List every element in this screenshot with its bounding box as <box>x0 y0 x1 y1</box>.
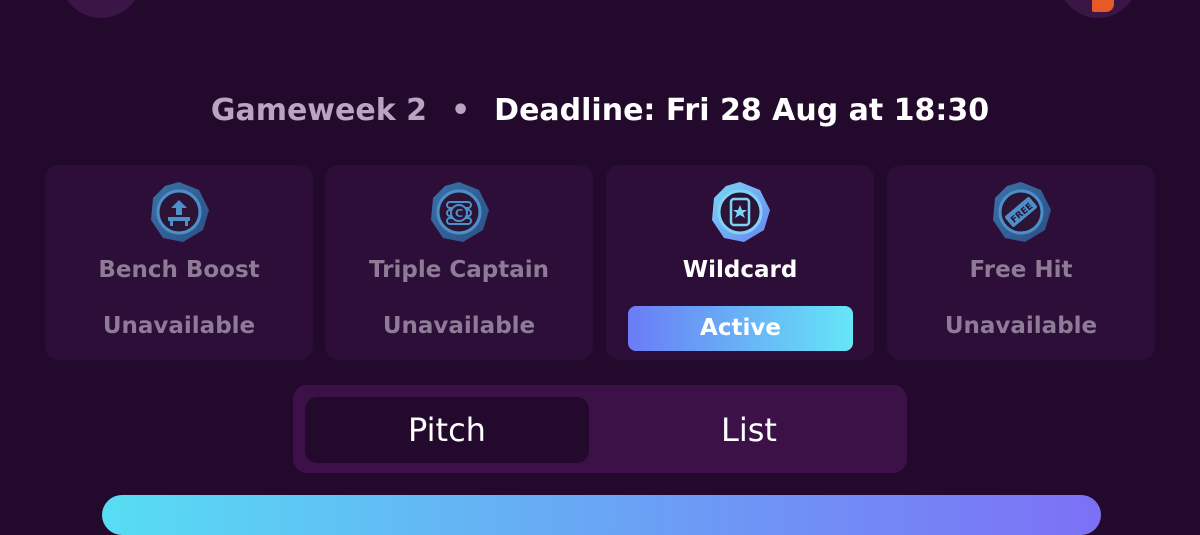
active-badge[interactable]: Active <box>628 306 853 351</box>
chip-status: Unavailable <box>944 313 1098 339</box>
chip-triple-captain[interactable]: C Triple Captain Unavailable <box>325 165 593 360</box>
flame-icon <box>1092 0 1114 12</box>
chip-free-hit[interactable]: FREE Free Hit Unavailable <box>887 165 1155 360</box>
bench-boost-icon <box>151 182 209 242</box>
triple-captain-icon: C <box>431 182 489 242</box>
gameweek-label: Gameweek 2 <box>210 93 427 128</box>
view-toggle: Pitch List <box>293 385 907 473</box>
pitch-view-button[interactable]: Pitch <box>305 397 589 463</box>
chip-bench-boost[interactable]: Bench Boost Unavailable <box>45 165 313 360</box>
gameweek-header: Gameweek 2 • Deadline: Fri 28 Aug at 18:30 <box>0 90 1200 132</box>
bottom-banner[interactable] <box>102 495 1101 535</box>
avatar[interactable] <box>60 0 142 18</box>
wildcard-icon <box>712 182 770 242</box>
list-view-button[interactable]: List <box>603 397 895 463</box>
chip-name: Wildcard <box>682 257 798 283</box>
free-hit-icon: FREE <box>993 182 1051 242</box>
chip-name: Bench Boost <box>98 257 260 283</box>
chip-status: Unavailable <box>102 313 256 339</box>
chip-status: Unavailable <box>382 313 536 339</box>
chip-name: Free Hit <box>969 257 1073 283</box>
svg-text:C: C <box>455 207 463 220</box>
deadline-label: Deadline: Fri 28 Aug at 18:30 <box>494 93 990 128</box>
chip-wildcard[interactable]: Wildcard Active <box>606 165 874 360</box>
separator-dot: • <box>450 93 471 128</box>
chip-name: Triple Captain <box>369 257 549 283</box>
avatar[interactable] <box>1058 0 1138 18</box>
